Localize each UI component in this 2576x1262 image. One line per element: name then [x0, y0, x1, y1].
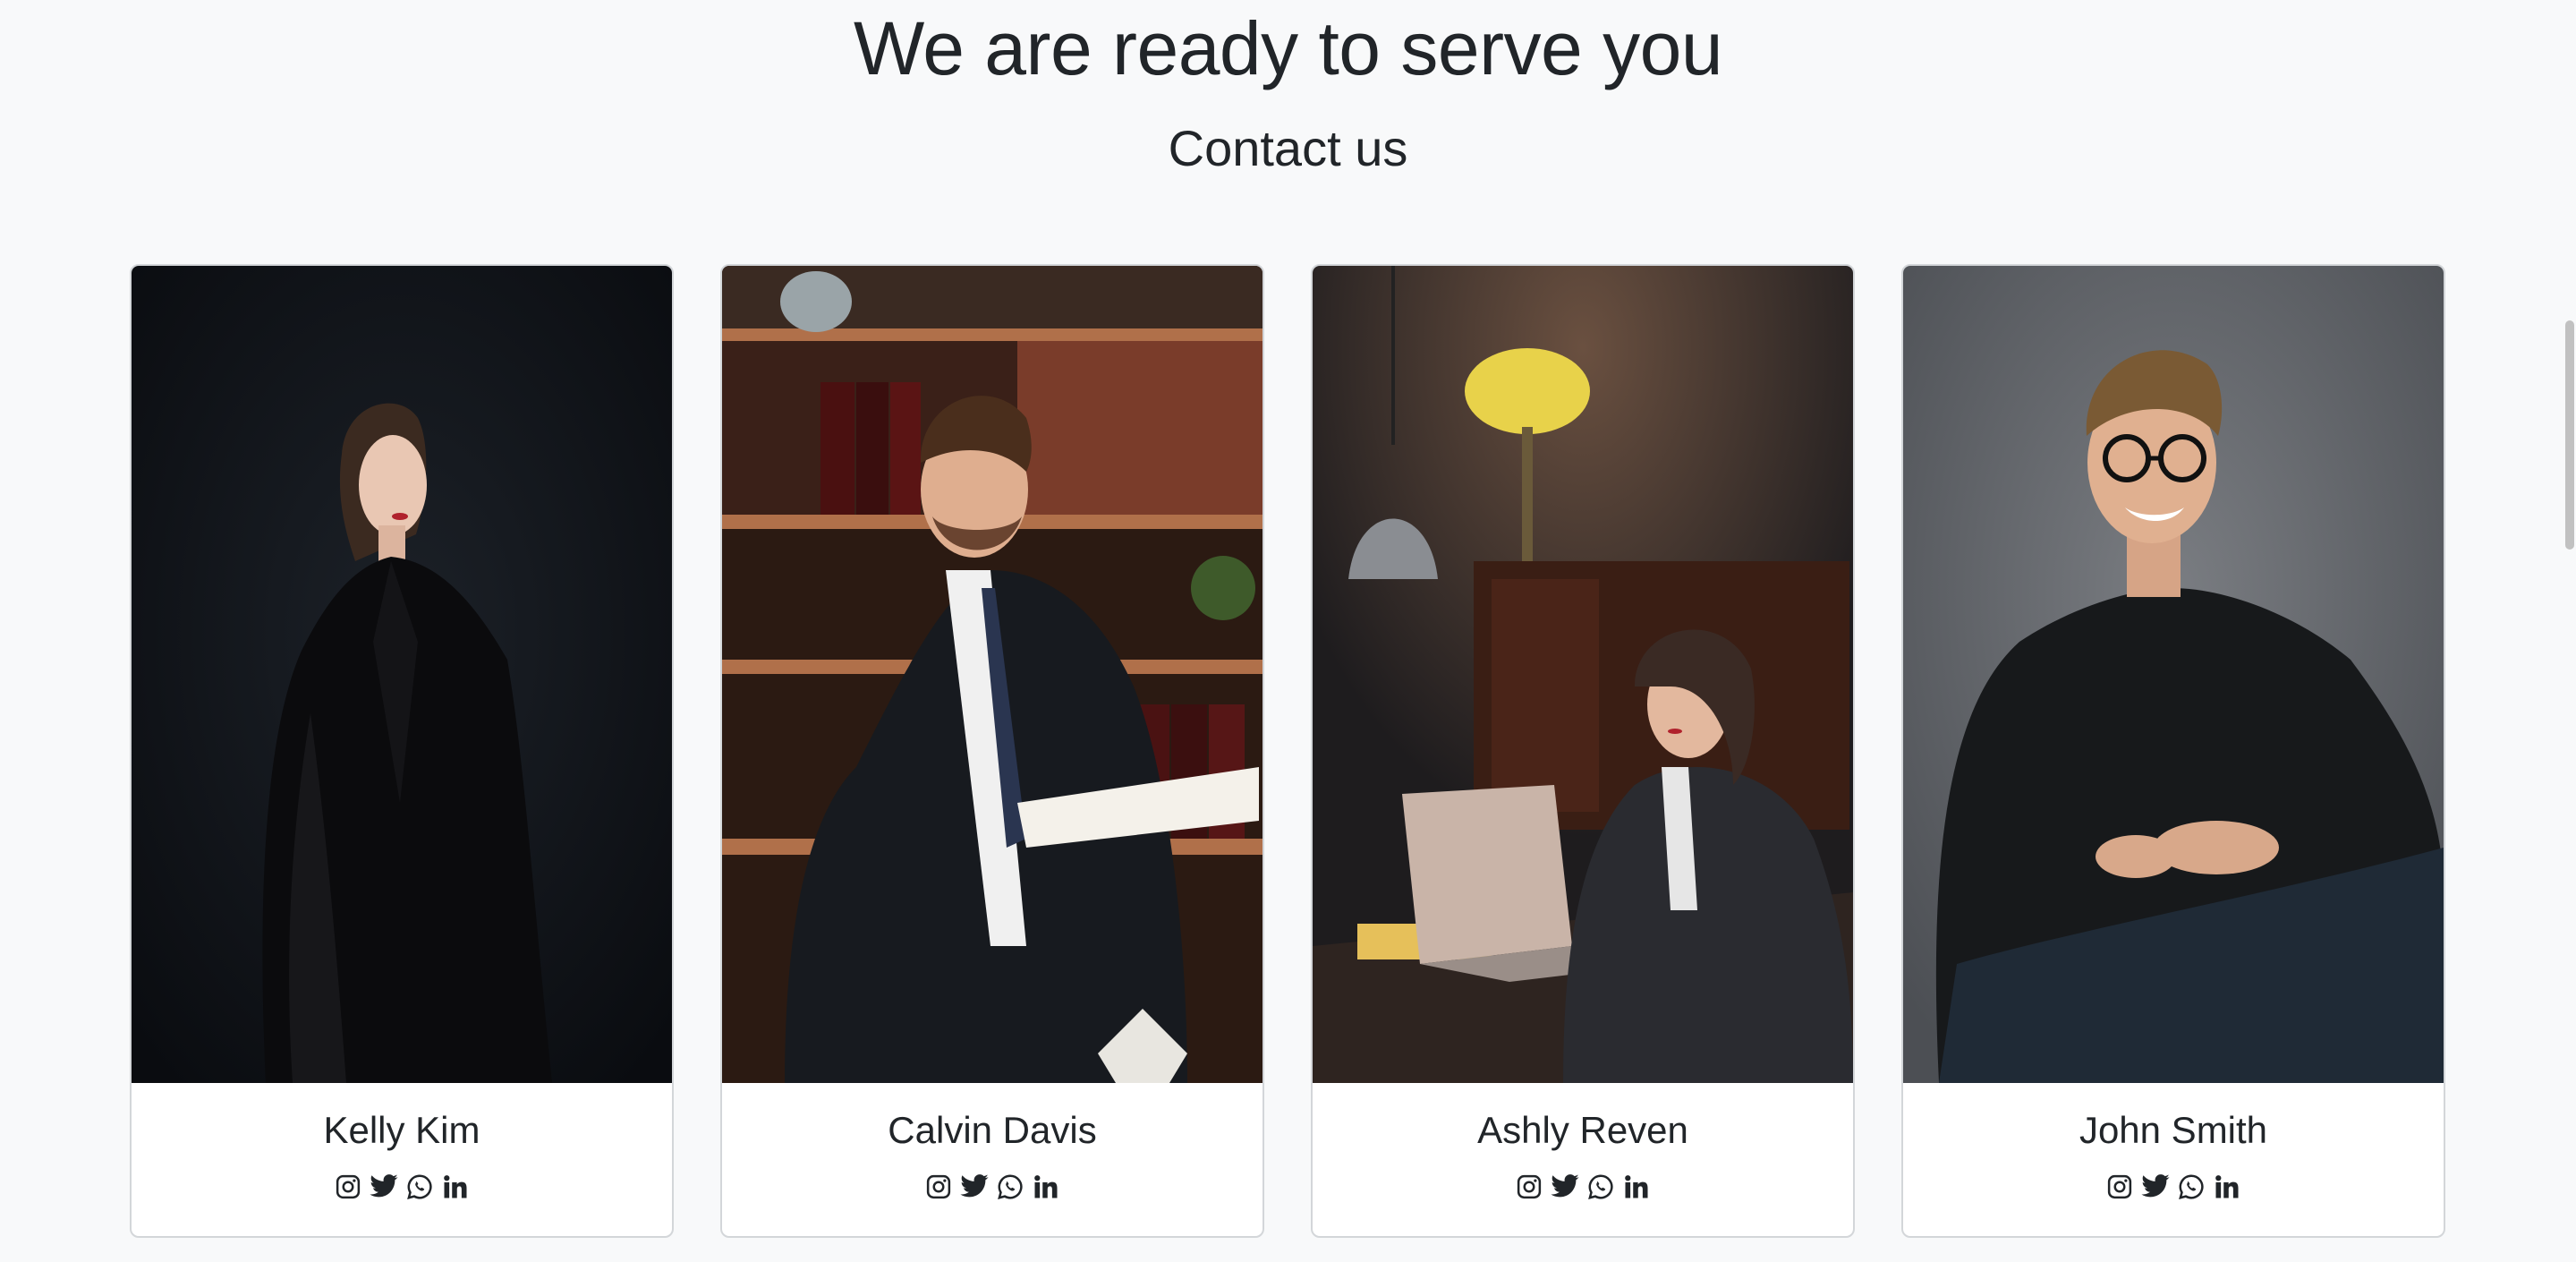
whatsapp-icon[interactable]: [2176, 1172, 2206, 1202]
team-member-photo: [132, 266, 672, 1083]
whatsapp-icon[interactable]: [1586, 1172, 1616, 1202]
team-member-name: Calvin Davis: [888, 1109, 1097, 1151]
page-title: We are ready to serve you: [853, 6, 1723, 90]
social-links: [1903, 1172, 2444, 1202]
twitter-icon[interactable]: [2140, 1172, 2171, 1202]
page-subtitle: Contact us: [1168, 120, 1408, 176]
twitter-icon[interactable]: [1550, 1172, 1580, 1202]
team-card-calvin-davis: Calvin Davis: [720, 264, 1264, 1238]
team-member-name: Ashly Reven: [1477, 1109, 1688, 1151]
team-member-name: John Smith: [2079, 1109, 2268, 1151]
team-card-john-smith: John Smith: [1901, 264, 2445, 1238]
social-links: [722, 1172, 1262, 1202]
instagram-icon[interactable]: [333, 1172, 363, 1202]
instagram-icon[interactable]: [923, 1172, 954, 1202]
team-card-ashly-reven: Ashly Reven: [1311, 264, 1855, 1238]
linkedin-icon[interactable]: [2212, 1172, 2242, 1202]
social-links: [132, 1172, 672, 1202]
instagram-icon[interactable]: [2104, 1172, 2135, 1202]
social-links: [1313, 1172, 1853, 1202]
linkedin-icon[interactable]: [1621, 1172, 1652, 1202]
team-card-kelly-kim: Kelly Kim: [130, 264, 674, 1238]
whatsapp-icon[interactable]: [404, 1172, 435, 1202]
scrollbar-thumb[interactable]: [2565, 320, 2574, 550]
twitter-icon[interactable]: [369, 1172, 399, 1202]
team-member-name: Kelly Kim: [323, 1109, 480, 1151]
team-member-photo: [1313, 266, 1853, 1083]
team-member-photo: [722, 266, 1262, 1083]
twitter-icon[interactable]: [959, 1172, 990, 1202]
page: We are ready to serve you Contact us Kel…: [0, 0, 2576, 1262]
linkedin-icon[interactable]: [1031, 1172, 1061, 1202]
instagram-icon[interactable]: [1514, 1172, 1544, 1202]
whatsapp-icon[interactable]: [995, 1172, 1025, 1202]
team-member-photo: [1903, 266, 2444, 1083]
linkedin-icon[interactable]: [440, 1172, 471, 1202]
